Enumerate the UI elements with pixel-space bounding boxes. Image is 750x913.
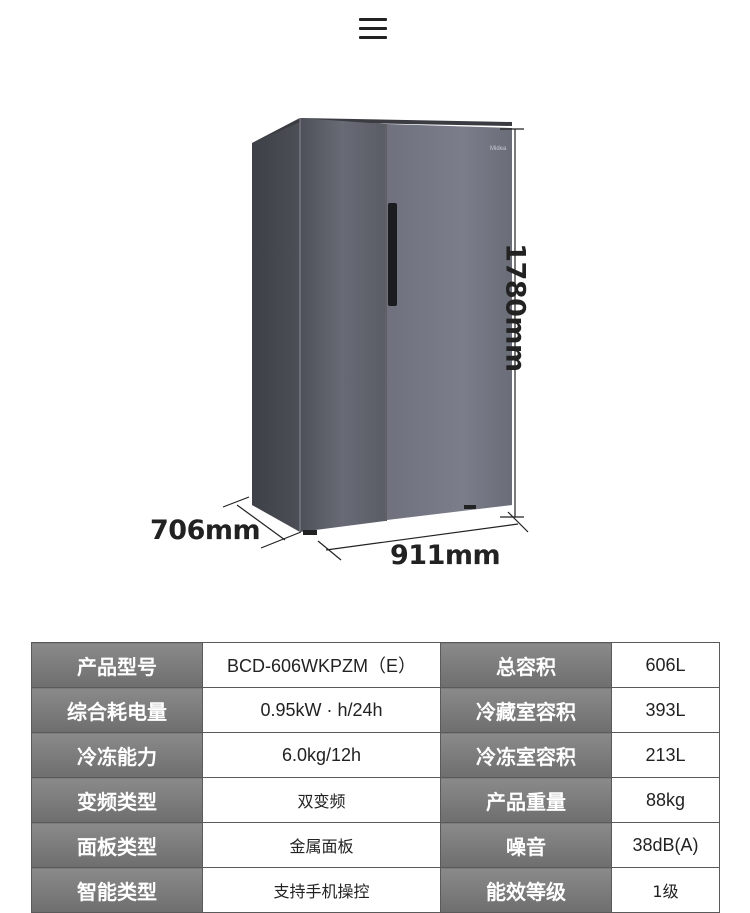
spec-value: 金属面板	[202, 822, 441, 868]
depth-label: 706mm	[150, 515, 261, 546]
spec-value: 88kg	[611, 777, 720, 823]
width-label: 911mm	[390, 540, 501, 571]
spec-label: 总容积	[440, 642, 612, 688]
refrigerator-illustration	[252, 118, 512, 535]
spec-label: 产品重量	[440, 777, 612, 823]
spec-label: 冷藏室容积	[440, 687, 612, 733]
spec-label: 面板类型	[31, 822, 203, 868]
table-row: 智能类型 支持手机操控 能效等级 1级	[31, 867, 720, 913]
control-panel	[388, 203, 397, 306]
spec-value: 0.95kW · h/24h	[202, 687, 441, 733]
spec-value: BCD-606WKPZM（E）	[202, 642, 441, 688]
spec-label: 综合耗电量	[31, 687, 203, 733]
spec-value: 支持手机操控	[202, 867, 441, 913]
spec-value: 213L	[611, 732, 720, 778]
table-row: 综合耗电量 0.95kW · h/24h 冷藏室容积 393L	[31, 687, 720, 733]
spec-value: 6.0kg/12h	[202, 732, 441, 778]
table-row: 冷冻能力 6.0kg/12h 冷冻室容积 213L	[31, 732, 720, 778]
height-label: 1780mm	[499, 243, 531, 372]
product-image: Midea	[222, 118, 529, 561]
spec-label: 产品型号	[31, 642, 203, 688]
spec-label: 能效等级	[440, 867, 612, 913]
menu-button[interactable]	[356, 14, 390, 44]
table-row: 变频类型 双变频 产品重量 88kg	[31, 777, 720, 823]
spec-label: 冷冻能力	[31, 732, 203, 778]
spec-label: 噪音	[440, 822, 612, 868]
brand-logo: Midea	[490, 146, 507, 152]
spec-label: 冷冻室容积	[440, 732, 612, 778]
spec-value: 1级	[611, 867, 720, 913]
spec-label: 智能类型	[31, 867, 203, 913]
spec-table: 产品型号 BCD-606WKPZM（E） 总容积 606L 综合耗电量 0.95…	[31, 642, 720, 913]
spec-value: 606L	[611, 642, 720, 688]
table-row: 面板类型 金属面板 噪音 38dB(A)	[31, 822, 720, 868]
spec-label: 变频类型	[31, 777, 203, 823]
spec-value: 双变频	[202, 777, 441, 823]
spec-value: 38dB(A)	[611, 822, 720, 868]
hamburger-menu-icon	[359, 18, 387, 40]
spec-value: 393L	[611, 687, 720, 733]
table-row: 产品型号 BCD-606WKPZM（E） 总容积 606L	[31, 642, 720, 688]
